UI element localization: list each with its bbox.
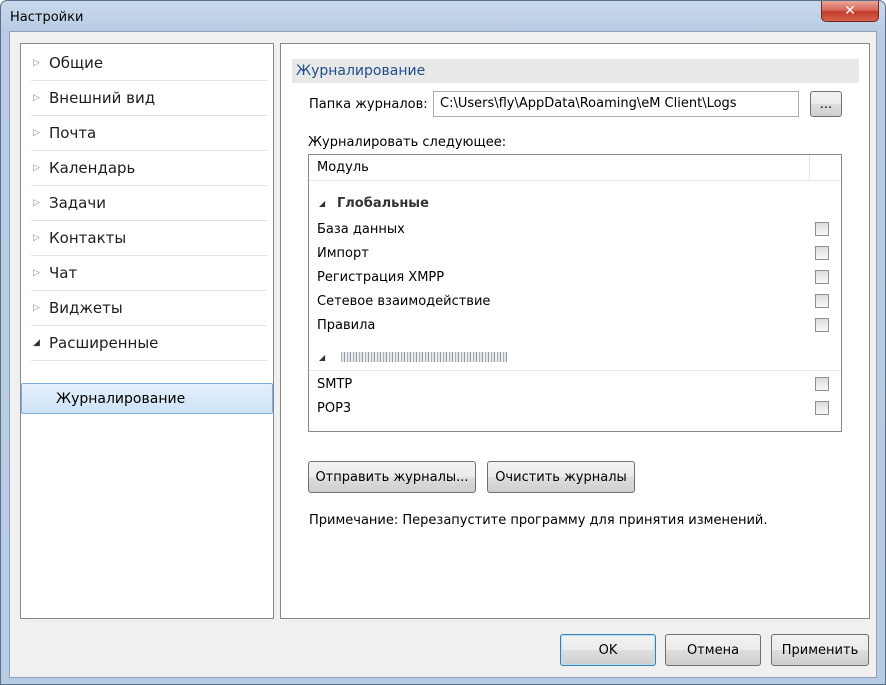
collapse-arrow-icon[interactable]: ◢ — [31, 338, 49, 348]
list-item-label: Правила — [317, 317, 376, 333]
list-item-label: Импорт — [317, 245, 369, 261]
expand-arrow-icon[interactable]: ▷ — [31, 268, 49, 278]
close-button[interactable]: ✕ — [821, 1, 879, 22]
log-checkbox[interactable] — [815, 294, 829, 308]
dialog-client-area: ▷ Общие ▷ Внешний вид ▷ Почта ▷ Календар… — [9, 31, 877, 678]
sidebar-item-label: Общие — [49, 54, 104, 72]
settings-window: Настройки ✕ ▷ Общие ▷ Внешний вид ▷ Почт… — [0, 0, 886, 685]
sidebar-item-label: Контакты — [49, 229, 127, 247]
sidebar-item-label: Расширенные — [49, 334, 159, 352]
group-global[interactable]: ◢ Глобальные — [309, 191, 841, 215]
ok-button[interactable]: OK — [560, 634, 656, 666]
sidebar-item-widgets[interactable]: ▷ Виджеты — [31, 291, 267, 326]
log-following-label: Журналировать следующее: — [308, 135, 507, 150]
close-icon: ✕ — [844, 3, 856, 19]
list-item[interactable]: Сетевое взаимодействие — [309, 289, 841, 313]
browse-folder-button[interactable]: ... — [810, 91, 842, 117]
list-item[interactable]: Регистрация XMPP — [309, 265, 841, 289]
sidebar-item-label: Календарь — [49, 159, 136, 177]
sidebar-item-calendar[interactable]: ▷ Календарь — [31, 151, 267, 186]
expand-arrow-icon[interactable]: ▷ — [31, 233, 49, 243]
expand-arrow-icon[interactable]: ▷ — [31, 163, 49, 173]
collapse-arrow-icon[interactable]: ◢ — [319, 353, 337, 362]
sidebar-item-mail[interactable]: ▷ Почта — [31, 116, 267, 151]
sidebar-item-appearance[interactable]: ▷ Внешний вид — [31, 81, 267, 116]
settings-sidebar: ▷ Общие ▷ Внешний вид ▷ Почта ▷ Календар… — [20, 43, 274, 619]
log-checkbox[interactable] — [815, 401, 829, 415]
list-item[interactable]: SMTP — [309, 372, 841, 396]
list-item-label: POP3 — [317, 400, 352, 416]
column-header-label: Модуль — [317, 160, 369, 175]
sidebar-item-label: Внешний вид — [49, 89, 156, 107]
log-checkbox[interactable] — [815, 222, 829, 236]
sidebar-item-advanced[interactable]: ◢ Расширенные — [31, 326, 267, 361]
sidebar-item-general[interactable]: ▷ Общие — [31, 46, 267, 81]
settings-panel: Журналирование Папка журналов: C:\Users\… — [280, 43, 870, 619]
log-checkbox[interactable] — [815, 270, 829, 284]
title-bar[interactable]: Настройки ✕ — [1, 1, 885, 35]
redacted-account-name — [341, 352, 507, 362]
sidebar-item-contacts[interactable]: ▷ Контакты — [31, 221, 267, 256]
expand-arrow-icon[interactable]: ▷ — [31, 303, 49, 313]
sidebar-item-logging[interactable]: Журналирование — [21, 383, 273, 414]
list-item-label: Регистрация XMPP — [317, 269, 445, 285]
group-label: Глобальные — [337, 195, 429, 211]
sidebar-item-label: Почта — [49, 124, 97, 142]
column-header-module[interactable]: Модуль — [309, 155, 841, 181]
log-checkbox[interactable] — [815, 318, 829, 332]
log-folder-label: Папка журналов: — [309, 97, 428, 112]
list-item-label: База данных — [317, 221, 405, 237]
sidebar-item-tasks[interactable]: ▷ Задачи — [31, 186, 267, 221]
sidebar-item-label: Чат — [49, 264, 78, 282]
window-title: Настройки — [10, 10, 84, 25]
expand-arrow-icon[interactable]: ▷ — [31, 128, 49, 138]
apply-button[interactable]: Применить — [771, 634, 869, 666]
log-modules-list[interactable]: Модуль ◢ Глобальные База данных Импорт Р… — [308, 154, 842, 432]
cancel-button[interactable]: Отмена — [665, 634, 761, 666]
sidebar-item-label: Задачи — [49, 194, 106, 212]
list-item[interactable]: POP3 — [309, 396, 841, 420]
list-item-label: Сетевое взаимодействие — [317, 293, 491, 309]
log-checkbox[interactable] — [815, 246, 829, 260]
log-checkbox[interactable] — [815, 377, 829, 391]
restart-note: Примечание: Перезапустите программу для … — [309, 513, 768, 528]
list-item[interactable]: Импорт — [309, 241, 841, 265]
group-account[interactable]: ◢ — [309, 345, 841, 369]
list-item[interactable]: Правила — [309, 313, 841, 337]
sidebar-item-label: Виджеты — [49, 299, 123, 317]
list-item-label: SMTP — [317, 376, 353, 392]
clear-logs-button[interactable]: Очистить журналы — [487, 461, 635, 493]
collapse-arrow-icon[interactable]: ◢ — [319, 199, 337, 208]
sidebar-item-chat[interactable]: ▷ Чат — [31, 256, 267, 291]
expand-arrow-icon[interactable]: ▷ — [31, 58, 49, 68]
column-separator[interactable] — [809, 155, 810, 181]
section-title: Журналирование — [292, 59, 859, 83]
log-folder-input[interactable]: C:\Users\fly\AppData\Roaming\eM Client\L… — [433, 91, 799, 117]
expand-arrow-icon[interactable]: ▷ — [31, 198, 49, 208]
send-logs-button[interactable]: Отправить журналы... — [308, 461, 476, 493]
expand-arrow-icon[interactable]: ▷ — [31, 93, 49, 103]
group-separator — [309, 370, 841, 371]
list-item[interactable]: База данных — [309, 217, 841, 241]
